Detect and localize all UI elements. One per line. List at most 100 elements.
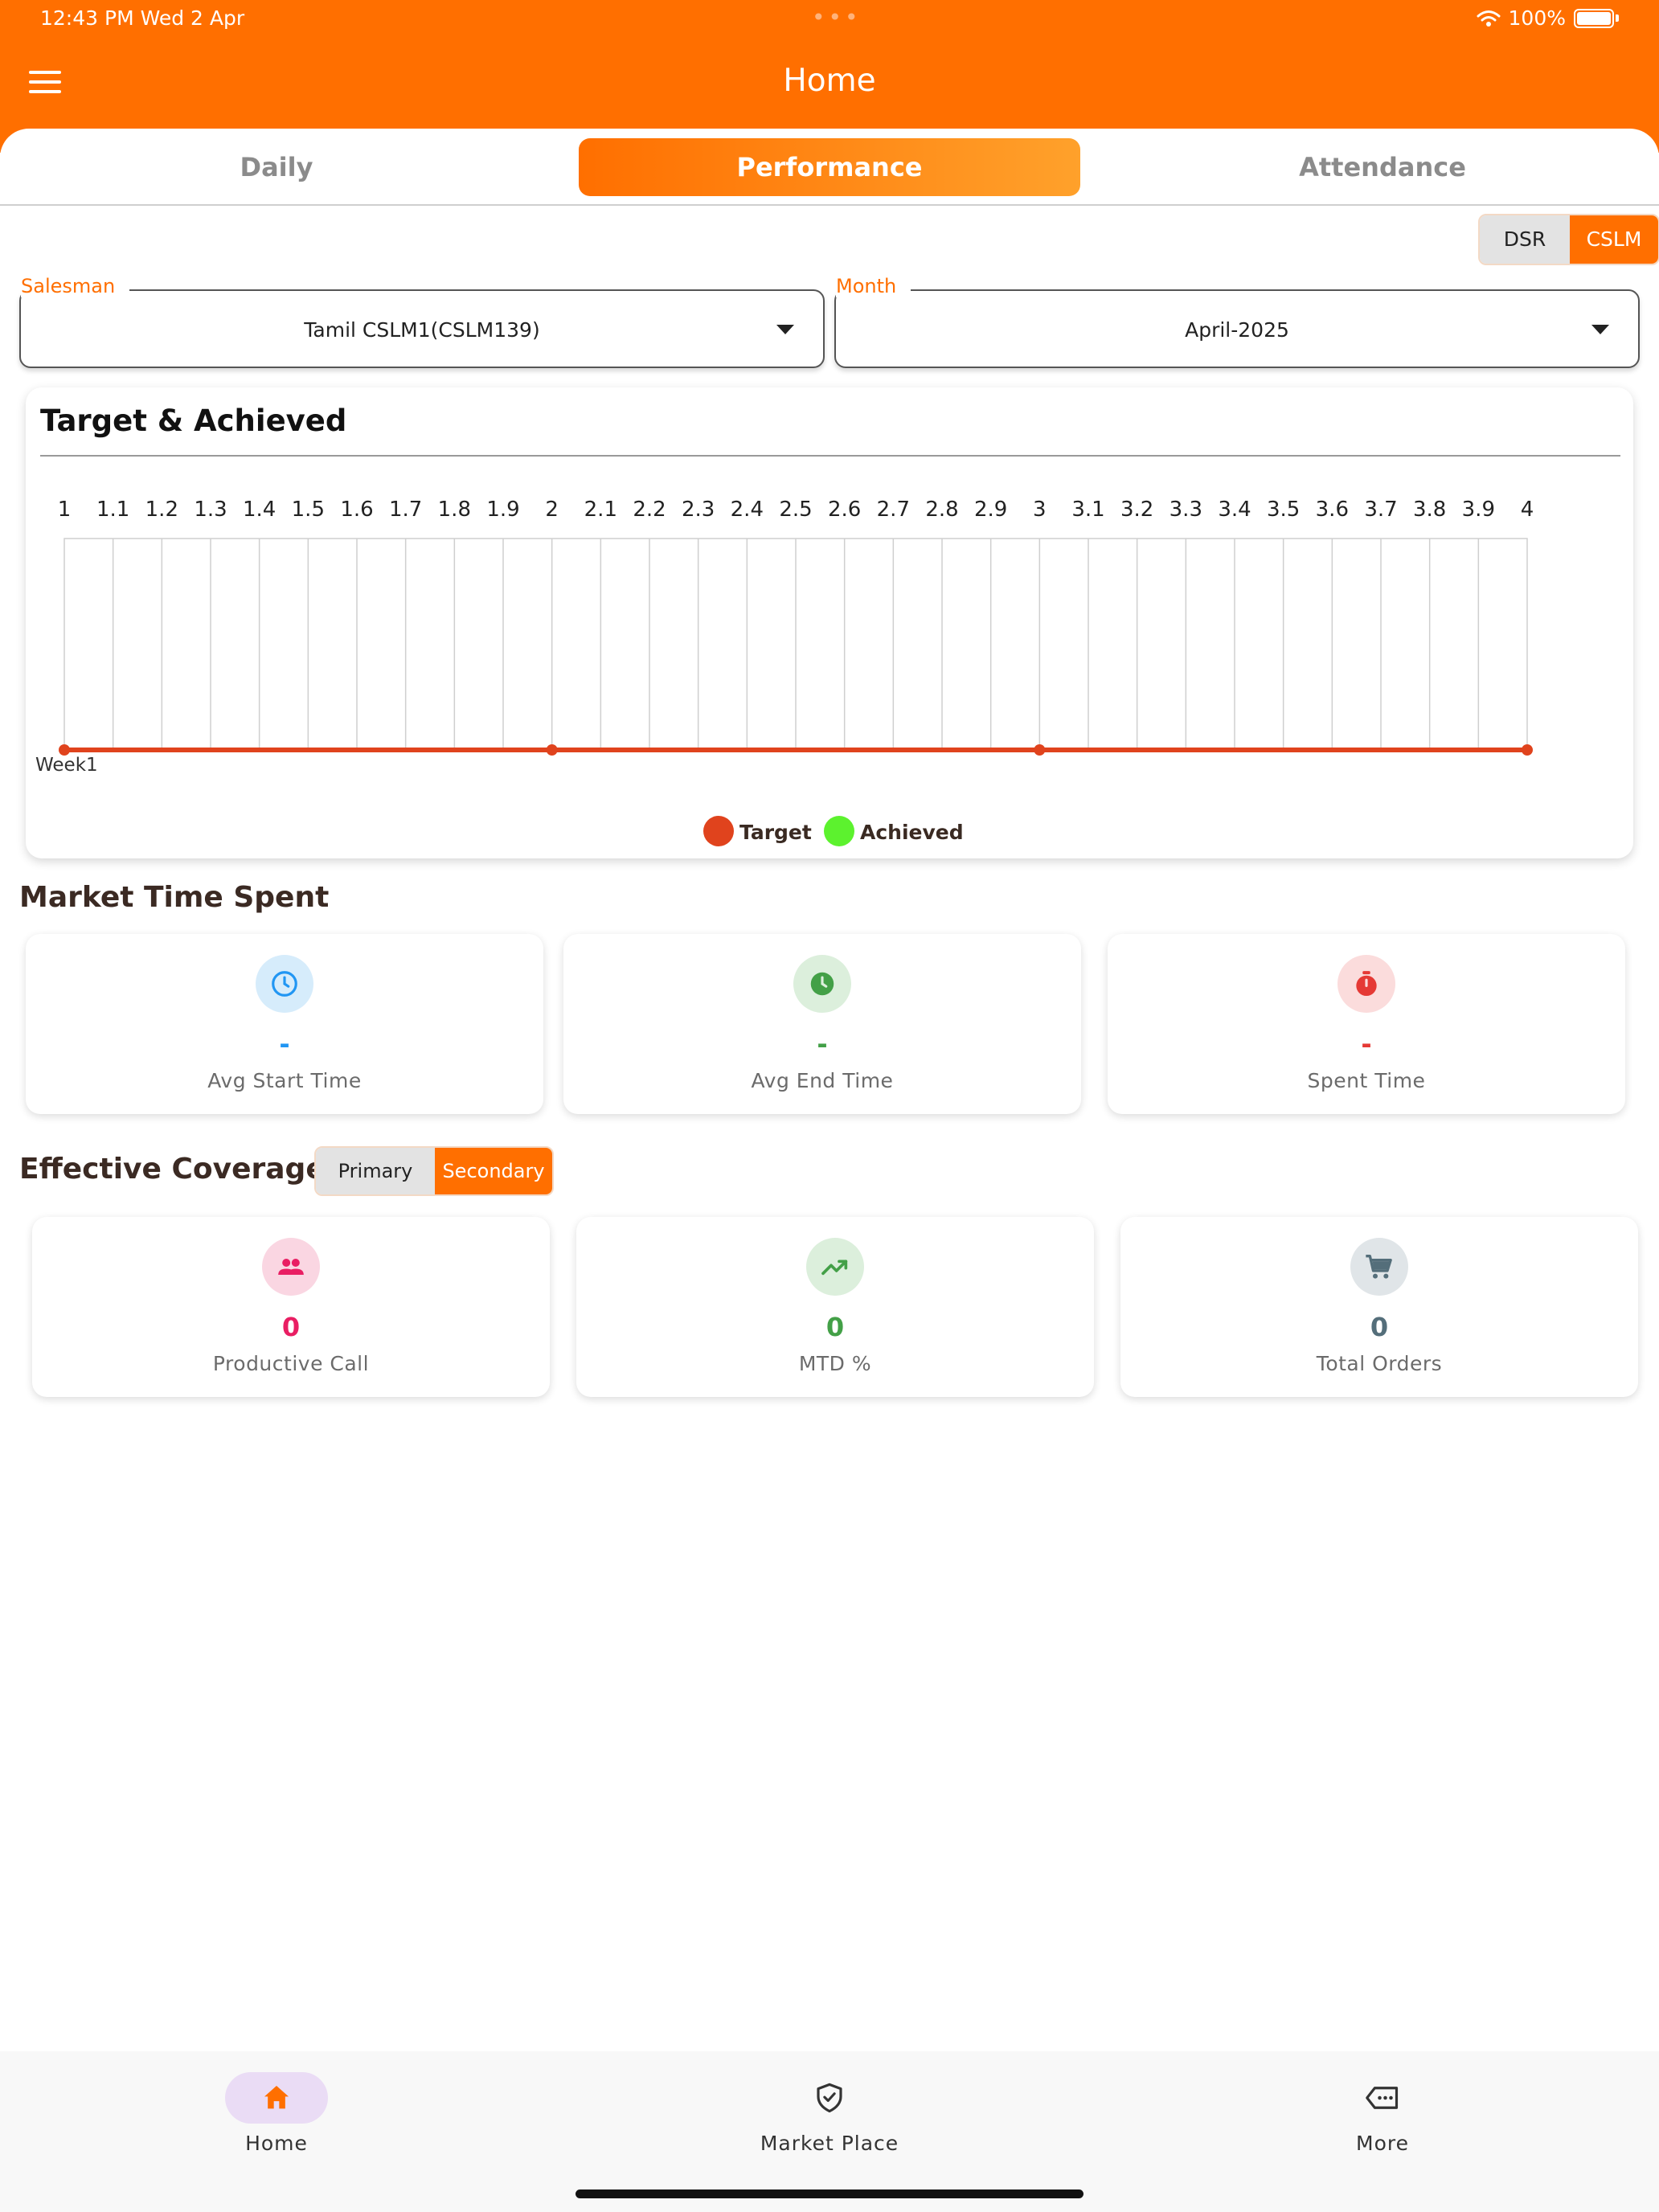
chevron-down-icon: [1591, 325, 1609, 334]
role-option-cslm[interactable]: CSLM: [1570, 215, 1658, 264]
x-tick-label: 3.5: [1267, 498, 1300, 522]
mtd-percent-card: 0 MTD %: [576, 1217, 1094, 1397]
x-tick-label: 2.4: [731, 498, 764, 522]
shield-check-icon: [778, 2072, 881, 2124]
nav-home-label: Home: [245, 2132, 308, 2155]
target-achieved-chart: 1 1.1 1.2 1.3 1.4 1.5 1.6 1.7 1.8 1.9 2 2.1 2.2 2.3 2.…: [35, 498, 1534, 846]
data-point-target: [1522, 744, 1533, 756]
spent-time-label: Spent Time: [1307, 1069, 1426, 1092]
battery-tip: [1616, 14, 1619, 22]
avg-start-time-label: Avg Start Time: [207, 1069, 362, 1092]
legend-label-achieved: Achieved: [860, 821, 964, 844]
multitasking-dots-icon[interactable]: •••: [812, 4, 862, 31]
home-indicator: [576, 2189, 1083, 2198]
mtd-percent-value: 0: [825, 1312, 845, 1342]
x-tick-label: 3: [1033, 498, 1047, 522]
tab-bar: Daily Performance Attendance: [0, 129, 1659, 206]
status-indicators: 100%: [1477, 6, 1619, 30]
people-icon: [262, 1238, 320, 1296]
legend-label-target: Target: [739, 821, 812, 844]
x-tick-label: 2.9: [974, 498, 1007, 522]
productive-call-value: 0: [281, 1312, 301, 1342]
clock-filled-icon: [793, 955, 851, 1013]
avg-start-time-card: - Avg Start Time: [26, 934, 543, 1114]
x-tick-label: 1.5: [292, 498, 325, 522]
x-tick-label: 1.8: [438, 498, 471, 522]
coverage-option-secondary[interactable]: Secondary: [435, 1148, 552, 1194]
coverage-option-primary[interactable]: Primary: [316, 1148, 435, 1194]
x-tick-label: 3.6: [1316, 498, 1349, 522]
tab-daily[interactable]: Daily: [26, 138, 527, 196]
battery-icon: [1574, 8, 1614, 28]
data-point-target: [1034, 744, 1046, 756]
x-tick-label: 3.8: [1413, 498, 1446, 522]
salesman-dropdown[interactable]: Salesman Tamil CSLM1(CSLM139): [19, 275, 825, 368]
nav-home[interactable]: Home: [116, 2072, 437, 2155]
data-point-target: [546, 744, 558, 756]
chevron-down-icon: [776, 325, 794, 334]
target-achieved-card: Target & Achieved 1 1.1 1.2 1.3 1.4 1.5 1.6 1.7…: [26, 387, 1633, 858]
x-tick-label: 2.5: [779, 498, 812, 522]
x-tick-label: 3.1: [1071, 498, 1104, 522]
x-tick-label: 4: [1521, 498, 1534, 522]
avg-end-time-card: - Avg End Time: [563, 934, 1081, 1114]
x-tick-label: 2.7: [877, 498, 910, 522]
legend-marker-target: [703, 816, 734, 846]
bottom-navigation: Home Market Place More: [0, 2051, 1659, 2212]
wifi-icon: [1477, 10, 1501, 27]
month-dropdown[interactable]: Month April-2025: [834, 275, 1640, 368]
x-tick-label: 1.4: [243, 498, 276, 522]
stopwatch-icon: [1337, 955, 1395, 1013]
coverage-title: Effective Coverage: [19, 1153, 326, 1186]
nav-market-place-label: Market Place: [760, 2132, 899, 2155]
x-tick-label: 1.7: [389, 498, 422, 522]
total-orders-value: 0: [1370, 1312, 1389, 1342]
x-tick-label: 3.9: [1462, 498, 1495, 522]
month-value: April-2025: [1185, 318, 1289, 342]
x-tick-label: 1.3: [194, 498, 227, 522]
coverage-toggle: Primary Secondary: [314, 1146, 554, 1196]
x-tick-label: 1.9: [486, 498, 519, 522]
productive-call-label: Productive Call: [212, 1352, 370, 1375]
avg-start-time-value: -: [279, 1029, 290, 1059]
month-label: Month: [836, 275, 911, 297]
total-orders-label: Total Orders: [1316, 1352, 1443, 1375]
market-time-title: Market Time Spent: [19, 881, 330, 914]
page-title: Home: [783, 63, 876, 99]
nav-more[interactable]: More: [1222, 2072, 1543, 2155]
x-tick-label: 2.1: [584, 498, 617, 522]
tab-attendance[interactable]: Attendance: [1132, 138, 1633, 196]
x-tick-label: 1.1: [96, 498, 129, 522]
x-tick-label: 2: [545, 498, 559, 522]
legend-marker-achieved: [824, 816, 854, 846]
mtd-percent-label: MTD %: [798, 1352, 872, 1375]
nav-more-label: More: [1356, 2132, 1409, 2155]
x-tick-label: 2.3: [682, 498, 715, 522]
x-tick-label: 1.6: [340, 498, 373, 522]
x-tick-label: 1: [58, 498, 72, 522]
x-tick-label: 2.6: [828, 498, 861, 522]
avg-end-time-value: -: [817, 1029, 828, 1059]
x-tick-label: 2.2: [633, 498, 666, 522]
x-tick-label: 3.7: [1364, 498, 1397, 522]
tag-more-icon: [1331, 2072, 1434, 2124]
salesman-label: Salesman: [21, 275, 130, 297]
x-tick-label: 3.4: [1218, 498, 1251, 522]
role-option-dsr[interactable]: DSR: [1480, 215, 1570, 264]
home-icon: [225, 2072, 328, 2124]
spent-time-card: - Spent Time: [1108, 934, 1625, 1114]
x-tick-label: 3.2: [1120, 498, 1153, 522]
battery-percent: 100%: [1508, 6, 1566, 30]
trending-up-icon: [806, 1238, 864, 1296]
x-tick-label: 2.8: [925, 498, 958, 522]
category-label: Week1: [35, 755, 98, 776]
avg-end-time-label: Avg End Time: [751, 1069, 894, 1092]
tab-performance[interactable]: Performance: [579, 138, 1080, 196]
clock-outline-icon: [256, 955, 313, 1013]
nav-market-place[interactable]: Market Place: [669, 2072, 990, 2155]
salesman-value: Tamil CSLM1(CSLM139): [304, 318, 540, 342]
cart-icon: [1350, 1238, 1408, 1296]
x-tick-label: 1.2: [145, 498, 178, 522]
total-orders-card: 0 Total Orders: [1120, 1217, 1638, 1397]
data-point-target: [59, 744, 70, 756]
